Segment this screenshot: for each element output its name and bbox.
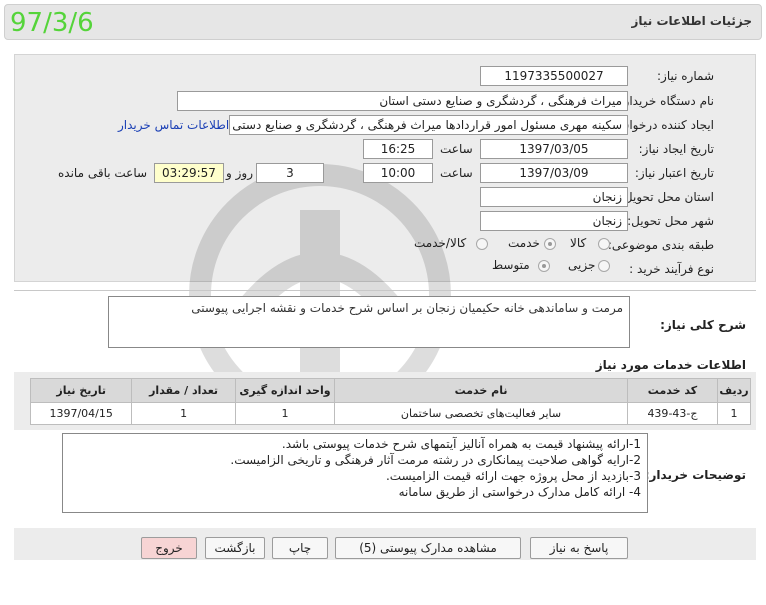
purchase-medium-radio[interactable] xyxy=(538,260,550,272)
created-time-field: 16:25 xyxy=(363,139,433,159)
validity-date-field: 1397/03/09 xyxy=(480,163,628,183)
cell-quantity: 1 xyxy=(131,402,236,425)
col-code-header: کد خدمت xyxy=(626,378,719,403)
description-text: مرمت و ساماندهی خانه حکیمیان زنجان بر اس… xyxy=(191,301,623,315)
province-field: زنجان xyxy=(480,187,628,207)
city-label: شهر محل تحویل: xyxy=(627,214,714,228)
validity-time-field: 10:00 xyxy=(363,163,433,183)
days-label: روز و xyxy=(226,166,253,180)
services-title: اطلاعات خدمات مورد نیاز xyxy=(595,358,746,372)
print-button[interactable]: چاپ xyxy=(272,537,328,559)
description-box: مرمت و ساماندهی خانه حکیمیان زنجان بر اس… xyxy=(108,296,630,348)
divider xyxy=(14,290,756,291)
cell-code: ج-43-439 xyxy=(626,402,719,425)
table-row: 1 ج-43-439 سایر فعالیت‌های تخصصی ساختمان… xyxy=(29,402,751,425)
cell-date: 1397/04/15 xyxy=(29,402,133,425)
validity-time-label: ساعت xyxy=(440,166,473,180)
cell-unit: 1 xyxy=(234,402,336,425)
purchase-medium-label: متوسط xyxy=(492,258,530,272)
col-name-header: نام خدمت xyxy=(334,378,628,403)
category-goods-service-radio[interactable] xyxy=(476,238,488,250)
buyer-org-field: میراث فرهنگی ، گردشگری و صنایع دستی استا… xyxy=(177,91,628,111)
buyer-note-line: 4- ارائه کامل مدارک درخواستی از طریق سام… xyxy=(398,485,641,499)
table-header-row: ردیف کد خدمت نام خدمت واحد اندازه گیری ت… xyxy=(29,378,751,403)
exit-button[interactable]: خروج xyxy=(141,537,197,559)
created-date-label: تاریخ ایجاد نیاز: xyxy=(638,142,714,156)
col-unit-header: واحد اندازه گیری xyxy=(234,378,336,403)
col-quantity-header: تعداد / مقدار xyxy=(131,378,236,403)
description-label: شرح کلی نیاز: xyxy=(660,318,746,332)
col-date-header: تاریخ نیاز xyxy=(29,378,133,403)
remaining-days-field: 3 xyxy=(256,163,324,183)
services-table: ردیف کد خدمت نام خدمت واحد اندازه گیری ت… xyxy=(29,378,751,425)
category-goods-radio[interactable] xyxy=(598,238,610,250)
category-goods-service-label: کالا/خدمت xyxy=(414,236,467,250)
reply-button[interactable]: پاسخ به نیاز xyxy=(530,537,628,559)
buyer-notes-box: 1-ارائه پیشنهاد قیمت به همراه آنالیز آیت… xyxy=(62,433,648,513)
purchase-minor-radio[interactable] xyxy=(598,260,610,272)
remaining-time-field: 03:29:57 xyxy=(154,163,224,183)
back-button[interactable]: بازگشت xyxy=(205,537,265,559)
validity-date-label: تاریخ اعتبار نیاز: xyxy=(634,166,714,180)
cell-name: سایر فعالیت‌های تخصصی ساختمان xyxy=(334,402,628,425)
province-label: استان محل تحویل: xyxy=(619,190,714,204)
city-field: زنجان xyxy=(480,211,628,231)
need-number-field: 1197335500027 xyxy=(480,66,628,86)
view-attachments-button[interactable]: مشاهده مدارک پیوستی (5) xyxy=(335,537,521,559)
category-goods-label: کالا xyxy=(570,236,587,250)
page-title: جزئیات اطلاعات نیاز xyxy=(631,14,752,28)
cell-row: 1 xyxy=(717,402,751,425)
purchase-type-label: نوع فرآیند خرید : xyxy=(629,262,714,276)
remaining-time-label: ساعت باقی مانده xyxy=(58,166,148,180)
requester-field: سکینه مهری مسئول امور قراردادها میراث فر… xyxy=(229,115,628,135)
created-date-field: 1397/03/05 xyxy=(480,139,628,159)
created-time-label: ساعت xyxy=(440,142,473,156)
buyer-note-line: 1-ارائه پیشنهاد قیمت به همراه آنالیز آیت… xyxy=(281,437,641,451)
category-service-radio[interactable] xyxy=(544,238,556,250)
buyer-notes-label: توضیحات خریدار: xyxy=(644,468,746,482)
col-row-header: ردیف xyxy=(717,378,751,403)
buyer-org-label: نام دستگاه خریدار: xyxy=(619,94,715,108)
buyer-contact-link[interactable]: اطلاعات تماس خریدار xyxy=(118,118,229,132)
need-number-label: شماره نیاز: xyxy=(657,69,714,83)
buyer-note-line: 3-بازدید از محل پروژه جهت ارائه قیمت الز… xyxy=(385,469,641,483)
category-label: طبقه بندی موضوعی: xyxy=(607,238,714,252)
stamp-date: 97/3/6 xyxy=(10,8,94,38)
category-service-label: خدمت xyxy=(508,236,540,250)
purchase-minor-label: جزیی xyxy=(568,258,596,272)
buyer-note-line: 2-ارایه گواهی صلاحیت پیمانکاری در رشته م… xyxy=(230,453,641,467)
